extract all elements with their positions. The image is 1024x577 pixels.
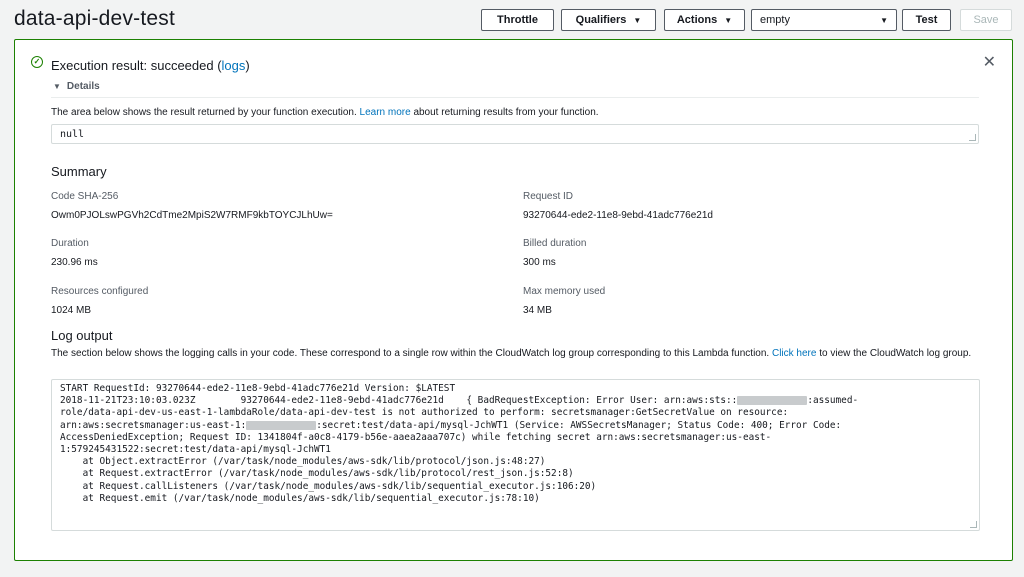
test-button[interactable]: Test: [902, 9, 951, 31]
test-event-select[interactable]: empty ▼: [751, 9, 897, 31]
log-text: 2018-11-21T23:10:03.023Z 93270644-ede2-1…: [60, 395, 738, 407]
function-name-title: data-api-dev-test: [14, 7, 175, 30]
log-intro: The section below shows the logging call…: [51, 347, 981, 361]
close-icon[interactable]: ✕: [983, 52, 996, 72]
log-intro-suffix: to view the CloudWatch log group.: [819, 348, 972, 359]
log-text: arn:aws:secretsmanager:us-east-1:: [60, 419, 247, 431]
qualifiers-dropdown[interactable]: Qualifiers ▼: [561, 9, 656, 31]
details-toggle[interactable]: ▼ Details: [53, 81, 100, 92]
caret-down-icon: ▼: [724, 15, 733, 25]
triangle-down-icon: ▼: [53, 82, 61, 91]
divider: [51, 97, 979, 98]
caret-down-icon: ▼: [633, 15, 642, 25]
log-line: arn:aws:secretsmanager:us-east-1: :secret…: [60, 420, 979, 432]
log-line: 2018-11-21T23:10:03.023Z 93270644-ede2-1…: [60, 395, 979, 407]
log-output-box[interactable]: START RequestId: 93270644-ede2-11e8-9ebd…: [51, 379, 980, 531]
duration-label: Duration: [51, 238, 89, 249]
function-header: data-api-dev-test Throttle Qualifiers ▼ …: [0, 0, 1024, 38]
result-intro: The area below shows the result returned…: [51, 107, 599, 118]
log-line: at Request.callListeners (/var/task/node…: [60, 480, 597, 492]
log-line: 1:579245431522:secret:test/data-api/mysq…: [60, 444, 331, 456]
log-line: START RequestId: 93270644-ede2-11e8-9ebd…: [60, 383, 456, 394]
log-line: at Request.emit (/var/task/node_modules/…: [60, 492, 540, 504]
max-memory-label: Max memory used: [523, 286, 606, 297]
code-sha-value: Owm0PJOLswPGVh2CdTme2MpiS2W7RMF9kbTOYCJL…: [51, 210, 333, 221]
result-title-text: Execution result: succeeded (: [51, 58, 222, 73]
throttle-button[interactable]: Throttle: [481, 9, 554, 31]
logs-link[interactable]: logs: [222, 58, 246, 73]
redacted-block: [246, 420, 317, 430]
log-text: :assumed-: [807, 395, 859, 407]
request-id-label: Request ID: [523, 191, 574, 202]
save-button-label: Save: [973, 14, 999, 26]
result-output-value: null: [60, 129, 85, 140]
redacted-block: [737, 396, 808, 406]
resources-configured-label: Resources configured: [51, 286, 149, 297]
duration-value: 230.96 ms: [51, 257, 98, 268]
log-line: role/data-api-dev-us-east-1-lambdaRole/d…: [60, 407, 789, 419]
execution-result-panel: ✓ Execution result: succeeded (logs) ✕ ▼…: [14, 39, 1013, 561]
result-intro-text: The area below shows the result returned…: [51, 107, 357, 118]
billed-duration-value: 300 ms: [523, 257, 556, 268]
save-button[interactable]: Save: [960, 9, 1012, 31]
max-memory-value: 34 MB: [523, 305, 552, 316]
throttle-button-label: Throttle: [497, 14, 538, 26]
actions-dropdown[interactable]: Actions ▼: [664, 9, 745, 31]
result-intro-suffix: about returning results from your functi…: [413, 107, 599, 118]
log-intro-text: The section below shows the logging call…: [51, 348, 770, 359]
log-line: at Object.extractError (/var/task/node_m…: [60, 456, 546, 468]
resize-handle[interactable]: [969, 134, 976, 141]
actions-label: Actions: [676, 14, 718, 26]
result-output-box[interactable]: null: [51, 124, 979, 144]
test-button-label: Test: [915, 14, 938, 26]
details-label: Details: [66, 81, 100, 92]
test-event-value: empty: [760, 14, 790, 26]
billed-duration-label: Billed duration: [523, 238, 587, 249]
log-output-title: Log output: [51, 328, 113, 343]
execution-result-title: Execution result: succeeded (logs): [51, 58, 250, 73]
log-line: at Request.extractError (/var/task/node_…: [60, 468, 574, 480]
resources-configured-value: 1024 MB: [51, 305, 92, 316]
qualifiers-label: Qualifiers: [575, 14, 627, 26]
resize-handle[interactable]: [970, 521, 977, 528]
summary-title: Summary: [51, 164, 107, 179]
learn-more-link[interactable]: Learn more: [360, 107, 411, 118]
log-line: AccessDeniedException; Request ID: 13418…: [60, 431, 772, 443]
log-text: :secret:test/data-api/mysql-JchWT1 (Serv…: [316, 419, 842, 431]
check-circle-icon: ✓: [31, 56, 43, 68]
caret-down-icon: ▼: [880, 15, 888, 25]
cloudwatch-link[interactable]: Click here: [772, 348, 816, 359]
request-id-value: 93270644-ede2-11e8-9ebd-41adc776e21d: [523, 210, 713, 221]
code-sha-label: Code SHA-256: [51, 191, 119, 202]
result-title-suffix: ): [245, 58, 250, 73]
